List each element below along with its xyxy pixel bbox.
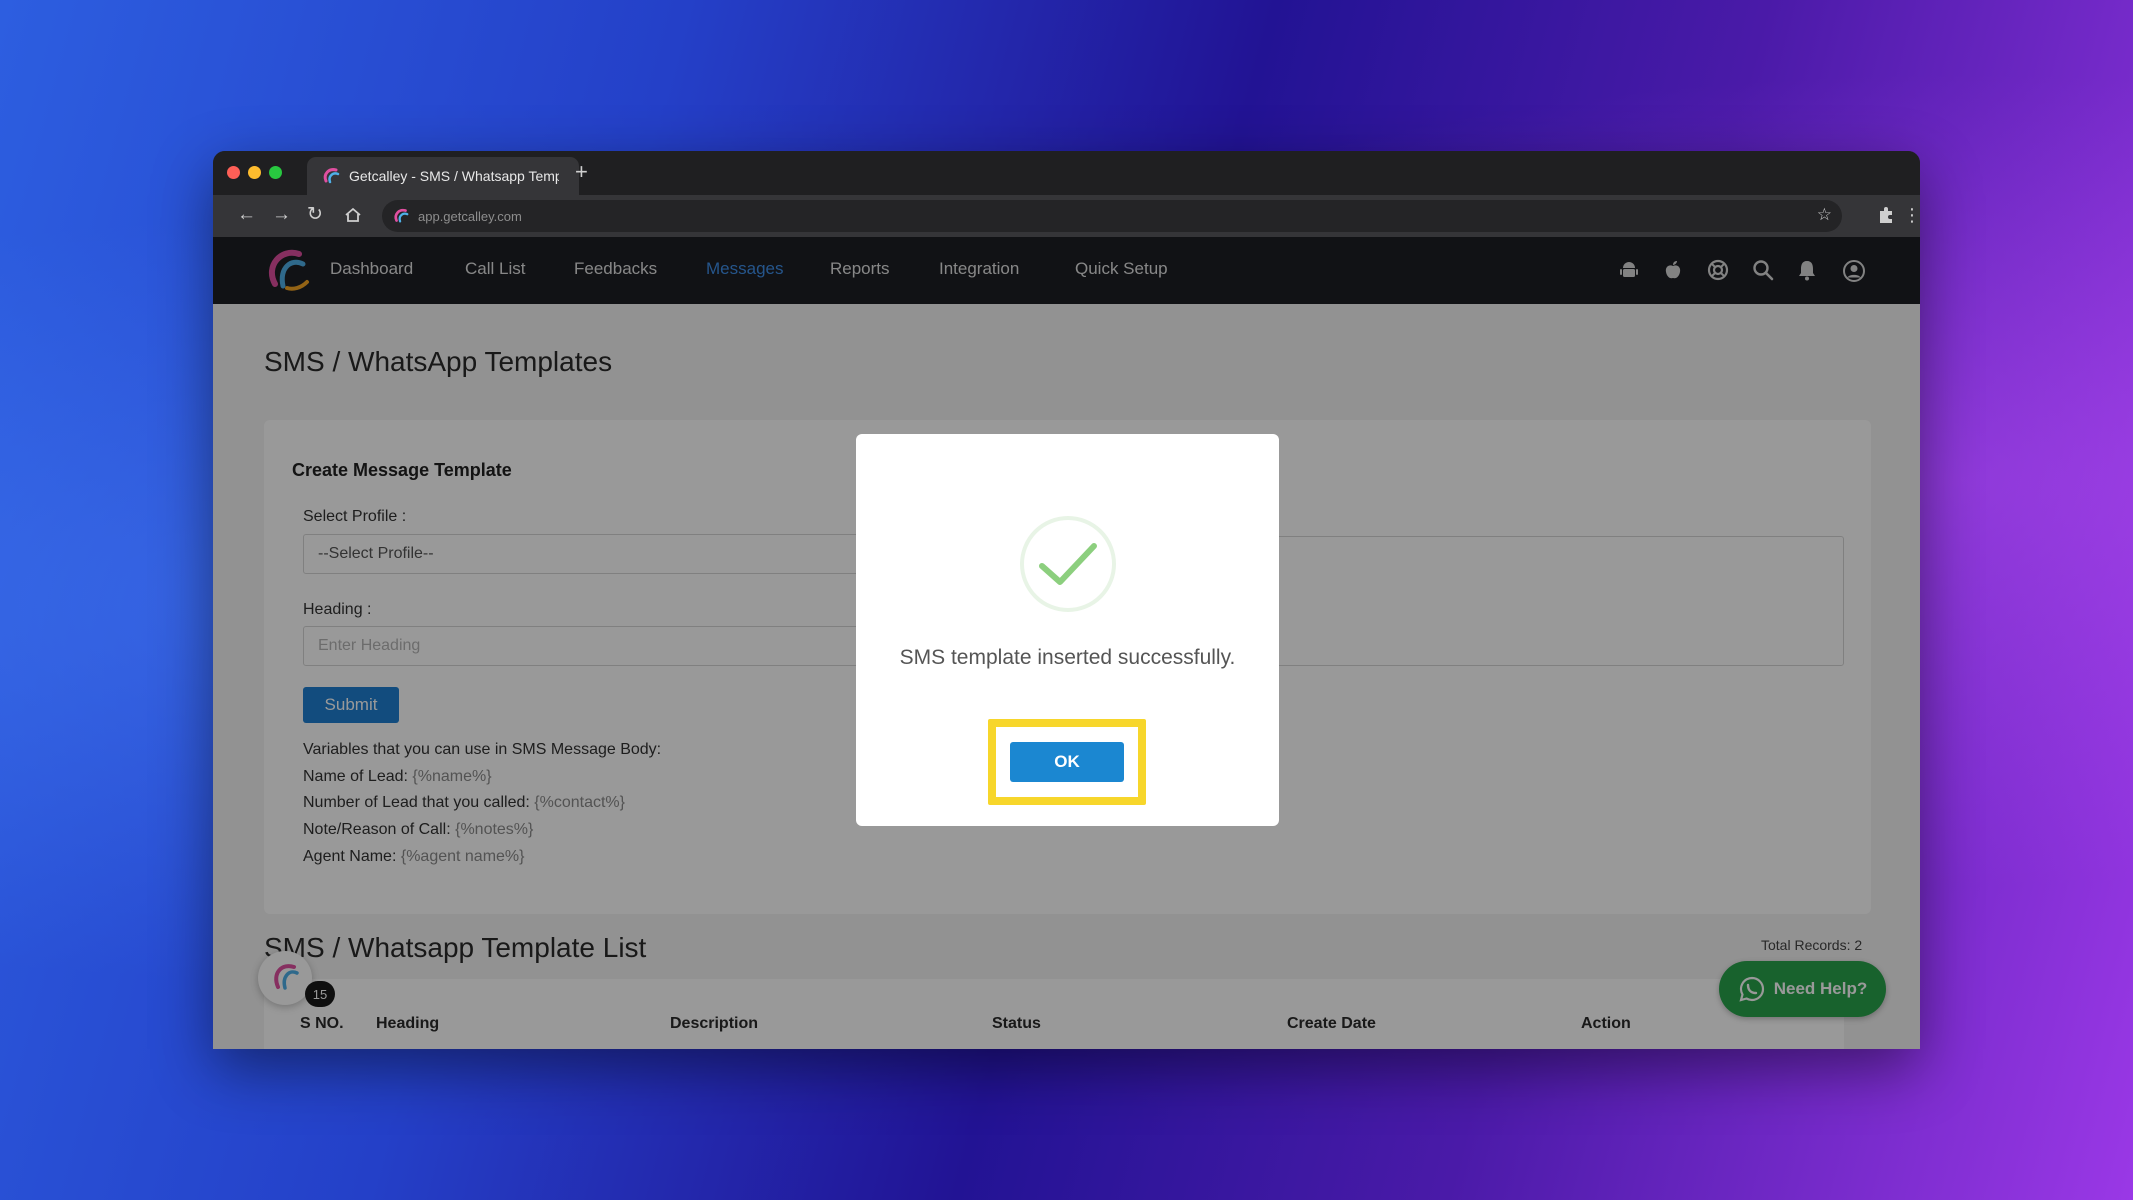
page-viewport: Dashboard Call List Feedbacks Messages R… (213, 237, 1920, 1049)
browser-menu-icon[interactable]: ⋮ (1903, 203, 1920, 227)
ok-button[interactable]: OK (1010, 742, 1124, 782)
home-icon[interactable] (344, 206, 362, 224)
forward-icon[interactable]: → (272, 203, 291, 227)
address-bar[interactable]: app.getcalley.com ☆ (382, 200, 1842, 232)
success-check-icon (1039, 543, 1097, 585)
success-message: SMS template inserted successfully. (899, 646, 1236, 669)
extensions-icon[interactable] (1877, 205, 1895, 225)
bookmark-star-icon[interactable]: ☆ (1817, 205, 1832, 225)
new-tab-button[interactable]: + (575, 160, 588, 184)
calley-logo-icon (323, 168, 340, 184)
browser-tab[interactable]: Getcalley - SMS / Whatsapp Temp (307, 157, 579, 195)
browser-window: Getcalley - SMS / Whatsapp Temp + ← → ↻ … (213, 151, 1920, 1049)
browser-toolbar: ← → ↻ app.getcalley.com ☆ ⋮ (213, 195, 1920, 237)
minimize-window-button[interactable] (248, 166, 261, 179)
back-icon[interactable]: ← (237, 203, 256, 227)
reload-icon[interactable]: ↻ (307, 203, 323, 227)
site-favicon-icon (394, 208, 409, 223)
success-dialog: SMS template inserted successfully. OK (856, 434, 1279, 826)
tab-strip: Getcalley - SMS / Whatsapp Temp + (213, 151, 1920, 195)
url-text: app.getcalley.com (418, 208, 522, 224)
maximize-window-button[interactable] (269, 166, 282, 179)
tab-title: Getcalley - SMS / Whatsapp Temp (349, 168, 559, 184)
close-window-button[interactable] (227, 166, 240, 179)
